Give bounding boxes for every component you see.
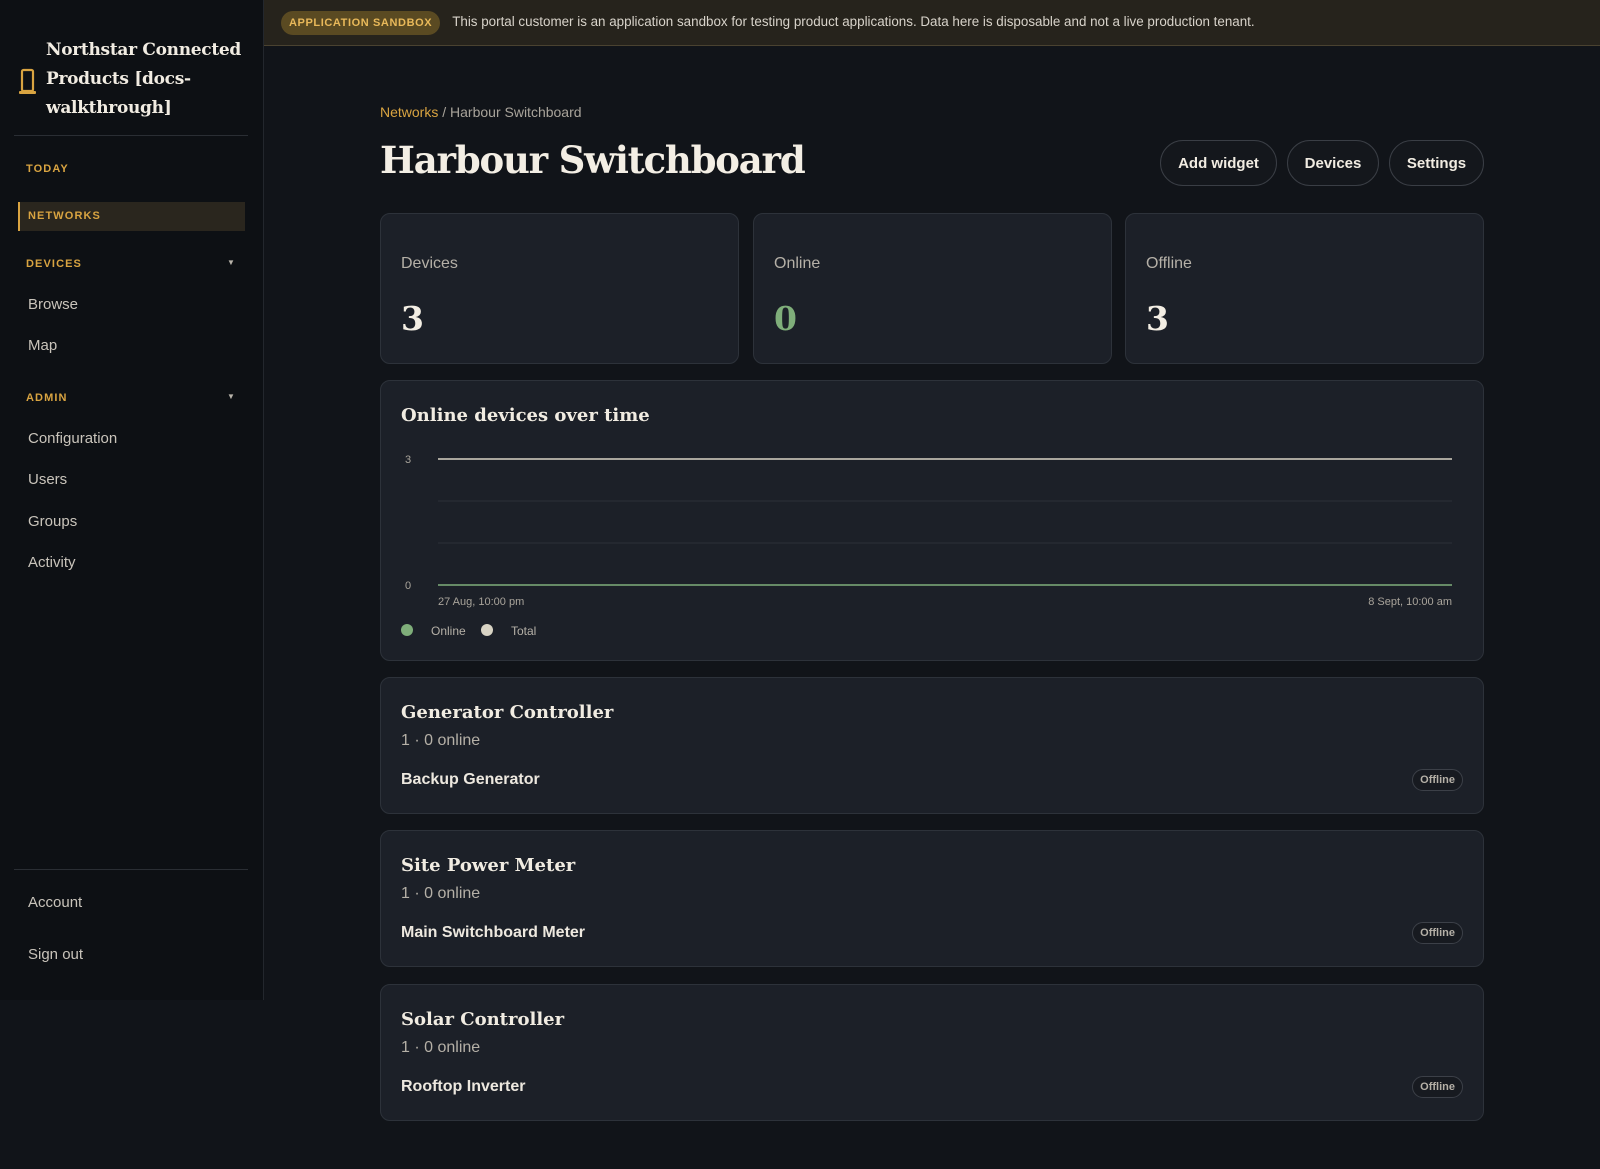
nav-section-admin[interactable]: ADMIN ▼	[18, 392, 245, 404]
nav-today[interactable]: TODAY	[18, 163, 245, 175]
device-group-title[interactable]: Generator Controller	[401, 702, 613, 723]
stat-label: Online	[774, 255, 821, 272]
device-group-title[interactable]: Solar Controller	[401, 1009, 564, 1030]
status-badge: Offline	[1412, 1076, 1463, 1098]
nav-item-account[interactable]: Account	[28, 894, 82, 911]
divider	[14, 135, 248, 136]
device-icon	[18, 68, 38, 101]
nav-section-devices-label: DEVICES	[26, 258, 82, 270]
device-name[interactable]: Backup Generator	[401, 771, 540, 789]
nav-item-users[interactable]: Users	[28, 471, 67, 488]
online-devices-chart: 3 0 27 Aug, 10:00 pm 8 Sept, 10:00 am	[405, 454, 1452, 608]
stat-value: 3	[1146, 299, 1169, 338]
legend-online-swatch	[401, 624, 413, 636]
divider	[14, 869, 248, 870]
caret-down-icon: ▼	[226, 392, 236, 401]
chart-y-tick-label: 3	[405, 454, 411, 466]
chart-y-tick-label: 0	[405, 580, 411, 592]
nav-section-devices[interactable]: DEVICES ▼	[18, 258, 245, 270]
device-name[interactable]: Rooftop Inverter	[401, 1078, 525, 1096]
brand-title: Northstar Connected Products [docs-walkt…	[46, 40, 241, 118]
status-badge: Offline	[1412, 922, 1463, 944]
device-group-subtitle: 1 · 0 online	[401, 732, 481, 749]
nav-section-admin-label: ADMIN	[26, 392, 68, 404]
sandbox-badge: APPLICATION SANDBOX	[281, 10, 441, 35]
device-group-card[interactable]: Site Power Meter 1 · 0 online Main Switc…	[380, 830, 1484, 967]
breadcrumb-networks-link[interactable]: Networks	[380, 104, 438, 120]
devices-button[interactable]: Devices	[1287, 140, 1379, 186]
legend-online-label: Online	[431, 624, 466, 638]
device-group-title[interactable]: Site Power Meter	[401, 855, 575, 876]
legend-total-label: Total	[511, 624, 537, 638]
status-badge: Offline	[1412, 769, 1463, 791]
nav-item-groups[interactable]: Groups	[28, 513, 77, 530]
stat-value: 0	[774, 299, 797, 338]
caret-down-icon: ▼	[226, 258, 236, 267]
settings-button[interactable]: Settings	[1389, 140, 1484, 186]
chart-card: Online devices over time 3 0 27 Aug, 10:00…	[380, 380, 1484, 661]
breadcrumb-current: Harbour Switchboard	[450, 104, 582, 120]
nav-item-sign-out[interactable]: Sign out	[28, 946, 83, 963]
device-group-subtitle: 1 · 0 online	[401, 1039, 481, 1056]
stat-label: Offline	[1146, 255, 1192, 272]
stat-card-online: Online 0	[753, 213, 1112, 364]
sandbox-banner: APPLICATION SANDBOX This portal customer…	[264, 0, 1600, 46]
stat-card-offline: Offline 3	[1125, 213, 1484, 364]
nav-item-browse[interactable]: Browse	[28, 296, 78, 313]
device-name[interactable]: Main Switchboard Meter	[401, 924, 585, 942]
stat-label: Devices	[401, 255, 458, 272]
device-group-card[interactable]: Generator Controller 1 · 0 online Backup…	[380, 677, 1484, 814]
breadcrumb-separator: /	[438, 104, 451, 120]
device-group-card[interactable]: Solar Controller 1 · 0 online Rooftop In…	[380, 984, 1484, 1121]
page-title: Harbour Switchboard	[380, 138, 806, 182]
nav-item-map[interactable]: Map	[28, 337, 57, 354]
add-widget-button[interactable]: Add widget	[1160, 140, 1277, 186]
stat-card-devices: Devices 3	[380, 213, 739, 364]
legend-total-swatch	[481, 624, 493, 636]
nav-item-activity[interactable]: Activity	[28, 554, 76, 571]
sidebar: Northstar Connected Products [docs-walkt…	[0, 0, 264, 1000]
chart-x-tick-label: 8 Sept, 10:00 am	[1368, 596, 1452, 608]
nav-item-configuration[interactable]: Configuration	[28, 430, 117, 447]
breadcrumb: Networks / Harbour Switchboard	[380, 104, 582, 120]
chart-x-tick-label: 27 Aug, 10:00 pm	[438, 596, 524, 608]
brand[interactable]: Northstar Connected Products [docs-walkt…	[0, 0, 263, 136]
nav-networks[interactable]: NETWORKS	[18, 202, 245, 231]
stat-value: 3	[401, 299, 424, 338]
sandbox-banner-text: This portal customer is an application s…	[452, 13, 1255, 29]
device-group-subtitle: 1 · 0 online	[401, 885, 481, 902]
